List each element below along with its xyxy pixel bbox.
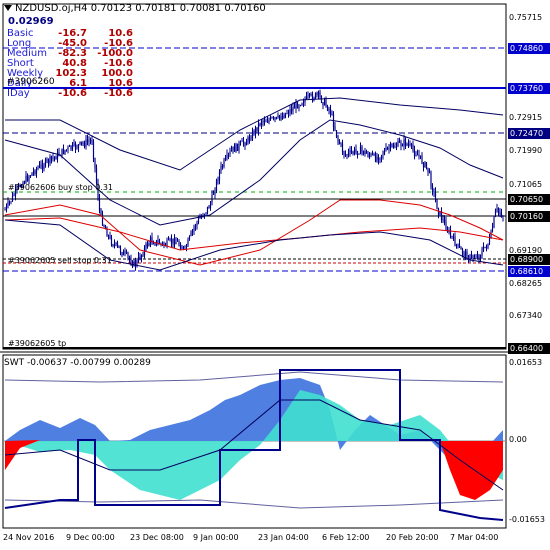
price-tick-label: 0.71065 (509, 180, 543, 189)
price-tick-label: 0.75715 (509, 13, 543, 22)
price-level-tag: 0.73760 (508, 83, 550, 94)
sell-stop-label: #39062605 sell stop 0.31 (8, 256, 112, 265)
chart-title: NZDUSD.oj,H4 0.70123 0.70181 0.70081 0.7… (4, 3, 266, 14)
strength-value-1: -10.6 (58, 88, 87, 99)
current-price: 0.02969 (8, 16, 54, 27)
strength-value-2: -10.6 (104, 88, 133, 99)
dropdown-triangle-icon[interactable] (4, 5, 12, 11)
indicator-title: SWT -0.00637 -0.00799 0.00289 (4, 358, 151, 368)
time-tick-label: 9 Dec 00:00 (66, 533, 115, 542)
price-tick-label: 0.71990 (509, 146, 543, 155)
tp-label: #39062605 tp (8, 339, 67, 348)
overlap-label: #3906260 (7, 77, 55, 87)
price-level-tag: 0.72470 (508, 128, 550, 139)
time-tick-label: 20 Feb 20:00 (386, 533, 439, 542)
price-level-tag: 0.70650 (508, 194, 550, 205)
indicator-tick-label: 0.00 (509, 435, 527, 444)
price-level-tag: 0.74860 (508, 43, 550, 54)
time-tick-label: 24 Nov 2016 (3, 533, 55, 542)
indicator-panel[interactable] (2, 354, 507, 529)
price-tick-label: 0.68265 (509, 279, 543, 288)
time-tick-label: 7 Mar 04:00 (450, 533, 499, 542)
price-tick-label: 0.72915 (509, 113, 543, 122)
time-tick-label: 6 Feb 12:00 (322, 533, 370, 542)
strength-row-iday: IDay -10.6 -10.6 (7, 88, 133, 99)
symbol-label: NZDUSD.oj,H4 (15, 3, 88, 14)
red-negative-area (440, 441, 503, 500)
price-level-tag: 0.70160 (508, 211, 550, 222)
indicator-tick-label: -0.01653 (509, 515, 545, 524)
strength-label: IDay (7, 88, 30, 99)
band-upper-line (4, 371, 504, 383)
buy-stop-label: #39062606 buy stop 0.31 (8, 183, 114, 192)
time-tick-label: 23 Jan 04:00 (258, 533, 309, 542)
band-lower-line (4, 499, 504, 509)
price-level-tag: 0.66400 (508, 343, 550, 354)
price-level-tag: 0.68900 (508, 254, 550, 265)
price-tick-label: 0.67340 (509, 311, 543, 320)
indicator-tick-label: 0.01653 (509, 358, 543, 367)
ohlc-values: 0.70123 0.70181 0.70081 0.70160 (90, 3, 266, 14)
moving-average-line (4, 217, 504, 251)
time-tick-label: 23 Dec 08:00 (130, 533, 184, 542)
time-tick-label: 9 Jan 00:00 (193, 533, 239, 542)
price-level-tag: 0.68610 (508, 266, 550, 277)
